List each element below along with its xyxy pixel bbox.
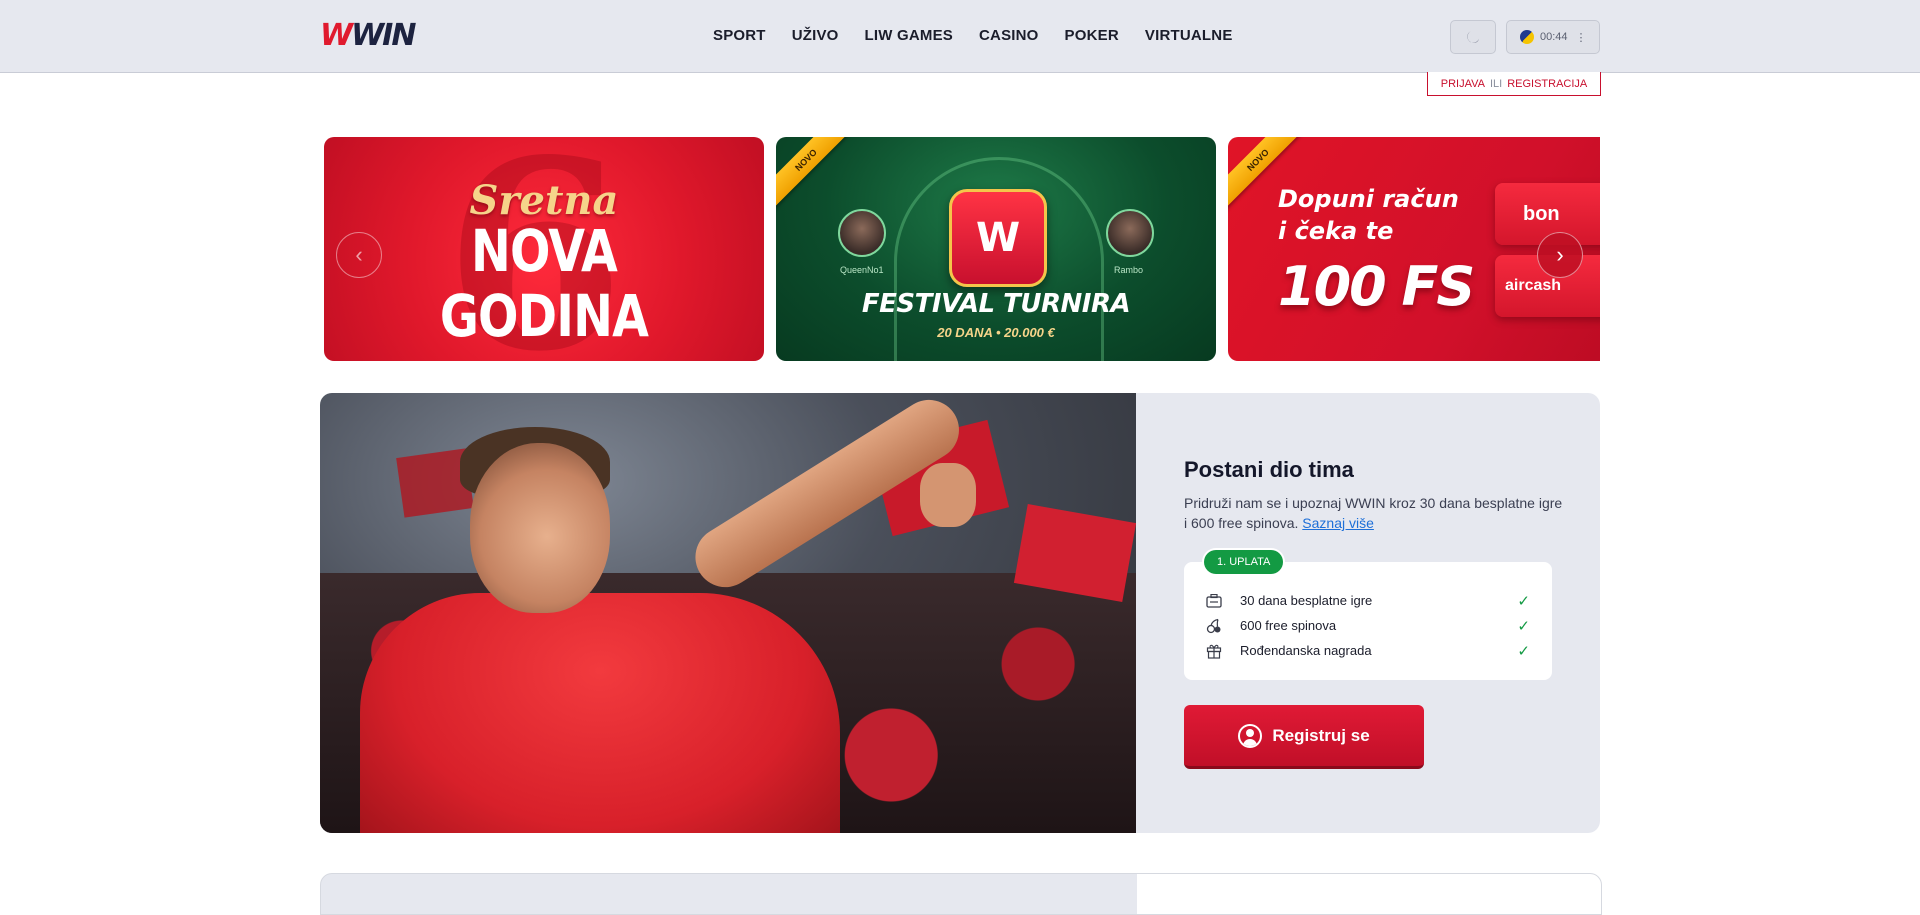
nav-casino[interactable]: CASINO bbox=[966, 24, 1052, 48]
benefits-card: 1. UPLATA 30 dana besplatne igre ✓ 600 f… bbox=[1184, 550, 1552, 680]
slide-title-line-2: i čeka te bbox=[1278, 217, 1394, 245]
auth-separator: ILI bbox=[1489, 77, 1503, 90]
fan-head bbox=[470, 443, 610, 613]
promo-carousel: 6 Sretna NOVA GODINA NOVO QueenNo1 Rambo… bbox=[324, 137, 1600, 361]
carousel-prev-button[interactable]: ‹ bbox=[336, 232, 382, 278]
slide-festival[interactable]: NOVO QueenNo1 Rambo W FESTIVAL TURNIRA 2… bbox=[776, 137, 1216, 361]
check-icon: ✓ bbox=[1517, 617, 1530, 635]
nav-virtualne[interactable]: VIRTUALNE bbox=[1132, 24, 1246, 48]
slide-title: FESTIVAL TURNIRA bbox=[861, 289, 1131, 319]
promo-description: Pridruži nam se i upoznaj WWIN kroz 30 d… bbox=[1184, 493, 1564, 533]
benefit-label: 600 free spinova bbox=[1240, 618, 1337, 633]
fan-body bbox=[360, 593, 840, 833]
main-nav: SPORT UŽIVO LIW GAMES CASINO POKER VIRTU… bbox=[700, 24, 1246, 48]
player-avatar bbox=[1106, 209, 1154, 257]
benefit-row: 600 free spinova ✓ bbox=[1206, 613, 1530, 638]
logo-part-b: WIN bbox=[351, 17, 416, 53]
benefit-row: Rođendanska nagrada ✓ bbox=[1206, 638, 1530, 663]
next-section-preview bbox=[320, 873, 1602, 915]
clock-time: 00:44 bbox=[1540, 31, 1568, 43]
benefit-label: 30 dana besplatne igre bbox=[1240, 593, 1373, 608]
carousel-next-button[interactable]: › bbox=[1537, 232, 1583, 278]
moon-icon bbox=[1467, 31, 1479, 43]
cherries-icon bbox=[1206, 618, 1222, 634]
user-add-icon bbox=[1238, 723, 1263, 748]
slide-subtitle: 20 DANA • 20.000 € bbox=[937, 325, 1055, 340]
new-ribbon: NOVO bbox=[776, 137, 857, 211]
check-icon: ✓ bbox=[1517, 642, 1530, 660]
check-icon: ✓ bbox=[1517, 592, 1530, 610]
join-team-section: Postani dio tima Pridruži nam se i upozn… bbox=[320, 393, 1600, 833]
player-name: QueenNo1 bbox=[840, 265, 884, 275]
promo-title: Postani dio tima bbox=[1184, 457, 1354, 482]
gift-icon bbox=[1206, 643, 1222, 659]
login-link[interactable]: PRIJAVA bbox=[1441, 78, 1485, 90]
promo-text-block: Postani dio tima Pridruži nam se i upozn… bbox=[1184, 457, 1564, 533]
slide-big-text: 100 FS bbox=[1278, 255, 1475, 318]
first-deposit-badge: 1. UPLATA bbox=[1204, 550, 1284, 574]
register-button-label: Registruj se bbox=[1272, 725, 1370, 745]
player-avatar bbox=[838, 209, 886, 257]
nav-sport[interactable]: SPORT bbox=[700, 24, 779, 48]
nav-uzivo[interactable]: UŽIVO bbox=[779, 24, 852, 48]
settings-box[interactable]: 00:44 ⋮ bbox=[1506, 20, 1600, 54]
benefit-row: 30 dana besplatne igre ✓ bbox=[1206, 588, 1530, 613]
auth-links: PRIJAVA ILI REGISTRACIJA bbox=[1427, 72, 1601, 96]
poker-logo-icon: W bbox=[949, 189, 1047, 287]
nav-poker[interactable]: POKER bbox=[1052, 24, 1132, 48]
logo-part-a: W bbox=[320, 17, 353, 53]
wwin-logo[interactable]: W WIN bbox=[320, 17, 416, 53]
nav-liw-games[interactable]: LIW GAMES bbox=[852, 24, 966, 48]
flag-icon bbox=[1520, 30, 1534, 44]
player-name: Rambo bbox=[1114, 265, 1144, 275]
top-header: W WIN SPORT UŽIVO LIW GAMES CASINO POKER … bbox=[0, 0, 1920, 73]
fan-fist bbox=[920, 463, 976, 527]
benefit-label: Rođendanska nagrada bbox=[1240, 643, 1372, 658]
ticket-icon bbox=[1206, 593, 1222, 609]
more-icon[interactable]: ⋮ bbox=[1576, 31, 1587, 44]
slide-title-line-1: NOVA bbox=[470, 217, 618, 285]
learn-more-link[interactable]: Saznaj više bbox=[1302, 515, 1374, 531]
slide-title-line-1: Dopuni račun bbox=[1278, 185, 1459, 213]
theme-toggle-button[interactable] bbox=[1450, 20, 1496, 54]
chevron-left-icon: ‹ bbox=[355, 242, 363, 267]
register-button[interactable]: Registruj se bbox=[1184, 705, 1424, 769]
slide-title-line-2: GODINA bbox=[439, 282, 649, 350]
slide-new-year[interactable]: 6 Sretna NOVA GODINA bbox=[324, 137, 764, 361]
register-link[interactable]: REGISTRACIJA bbox=[1507, 78, 1587, 90]
football-fan-image bbox=[320, 393, 1136, 833]
chevron-right-icon: › bbox=[1556, 242, 1564, 267]
